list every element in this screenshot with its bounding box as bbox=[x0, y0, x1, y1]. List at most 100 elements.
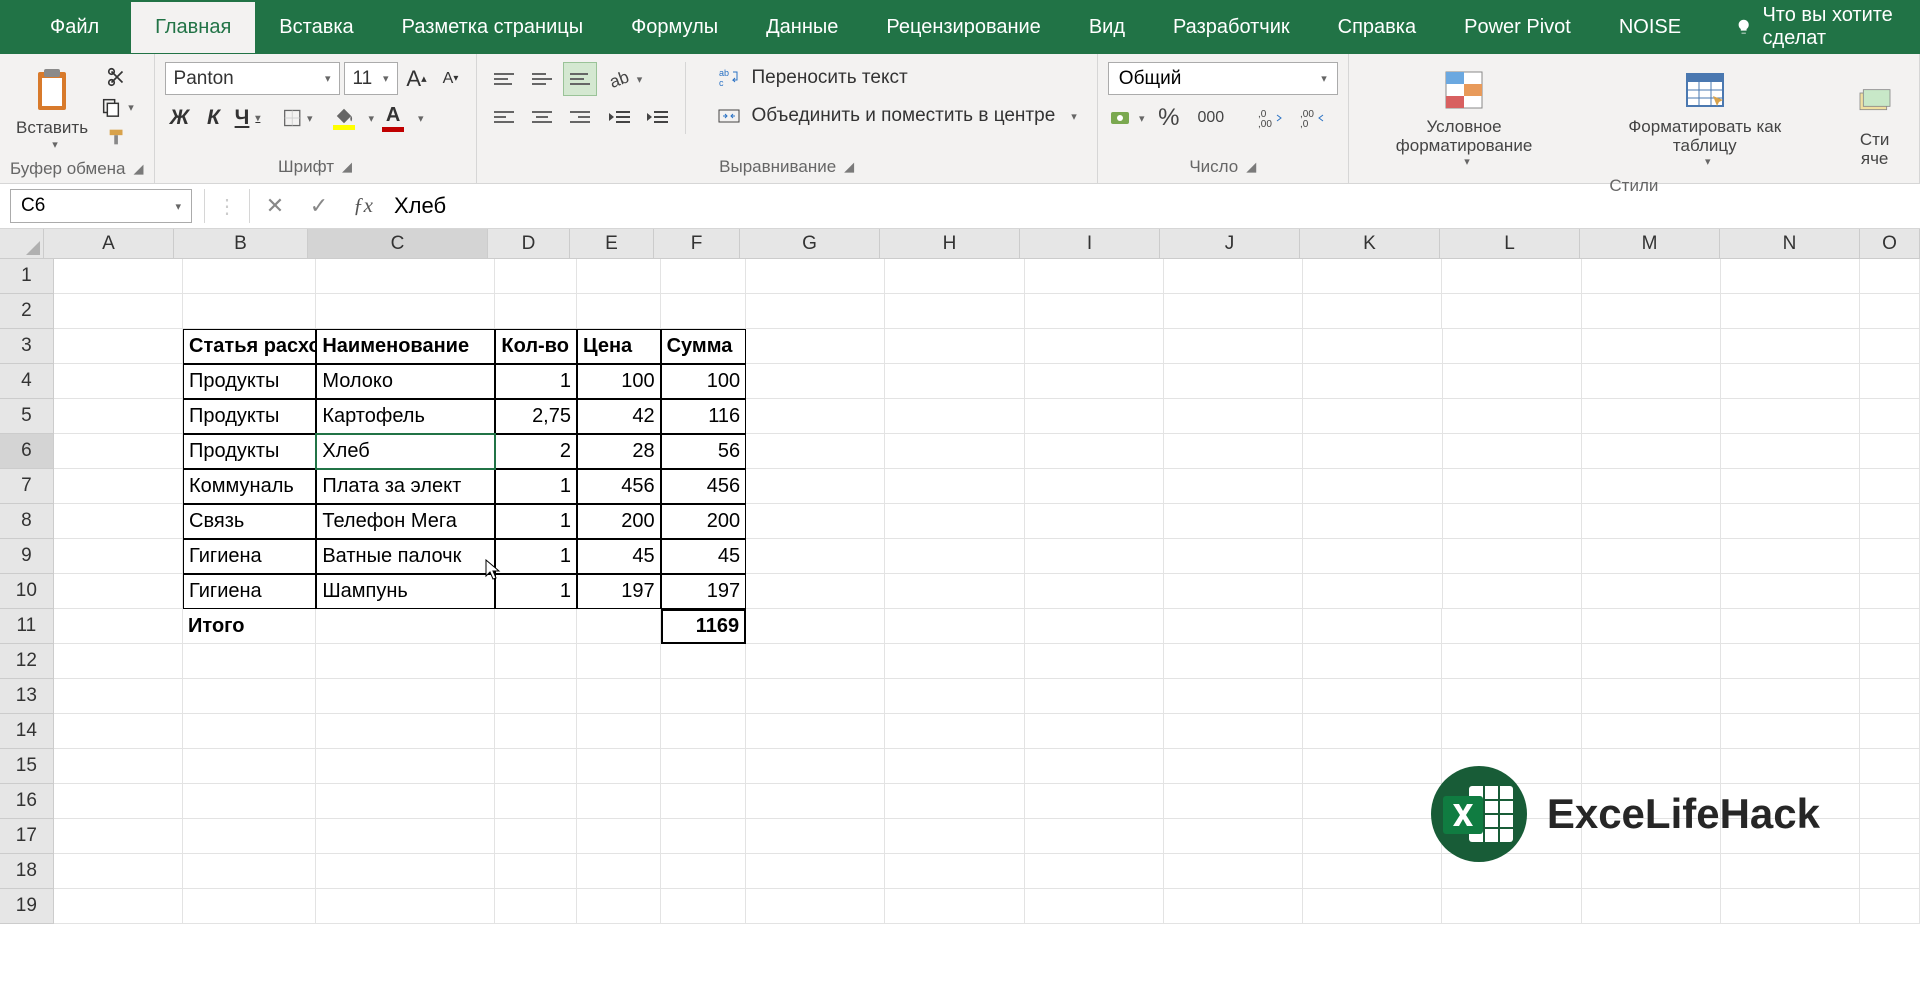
cell-G11[interactable] bbox=[746, 609, 885, 644]
enter-formula-button[interactable]: ✓ bbox=[306, 193, 332, 219]
cell-C14[interactable] bbox=[316, 714, 495, 749]
underline-button[interactable]: Ч▾ bbox=[233, 103, 263, 133]
cell-E10[interactable]: 197 bbox=[577, 574, 661, 609]
increase-decimal-button[interactable]: ,0,00 bbox=[1252, 103, 1290, 133]
cell-A9[interactable] bbox=[54, 539, 183, 574]
cell-N3[interactable] bbox=[1721, 329, 1860, 364]
tab-developer[interactable]: Разработчик bbox=[1149, 2, 1314, 53]
cell-H9[interactable] bbox=[885, 539, 1024, 574]
cell-C13[interactable] bbox=[316, 679, 495, 714]
cell-C10[interactable]: Шампунь bbox=[316, 574, 495, 609]
cell-C19[interactable] bbox=[316, 889, 495, 924]
cell-L2[interactable] bbox=[1442, 294, 1581, 329]
cell-K12[interactable] bbox=[1303, 644, 1442, 679]
cell-C2[interactable] bbox=[316, 294, 495, 329]
cell-H15[interactable] bbox=[885, 749, 1024, 784]
cell-F4[interactable]: 100 bbox=[661, 364, 747, 399]
cell-O15[interactable] bbox=[1860, 749, 1920, 784]
tab-review[interactable]: Рецензирование bbox=[862, 2, 1064, 53]
cell-G4[interactable] bbox=[746, 364, 885, 399]
paste-button[interactable]: Вставить ▾ bbox=[10, 62, 94, 155]
cell-N7[interactable] bbox=[1721, 469, 1860, 504]
cell-H5[interactable] bbox=[885, 399, 1024, 434]
cell-C18[interactable] bbox=[316, 854, 495, 889]
tab-help[interactable]: Справка bbox=[1314, 2, 1440, 53]
cell-N11[interactable] bbox=[1721, 609, 1860, 644]
cell-I2[interactable] bbox=[1025, 294, 1164, 329]
cell-J14[interactable] bbox=[1164, 714, 1303, 749]
row-header-13[interactable]: 13 bbox=[0, 679, 54, 714]
cell-D17[interactable] bbox=[495, 819, 577, 854]
cell-B6[interactable]: Продукты bbox=[183, 434, 316, 469]
cell-E3[interactable]: Цена bbox=[577, 329, 661, 364]
cell-H6[interactable] bbox=[885, 434, 1024, 469]
column-header-E[interactable]: E bbox=[570, 229, 654, 259]
cell-M10[interactable] bbox=[1582, 574, 1721, 609]
cell-I13[interactable] bbox=[1025, 679, 1164, 714]
cell-C12[interactable] bbox=[316, 644, 495, 679]
cell-I11[interactable] bbox=[1025, 609, 1164, 644]
cell-J2[interactable] bbox=[1164, 294, 1303, 329]
copy-button[interactable]: ▾ bbox=[100, 94, 134, 120]
cell-L8[interactable] bbox=[1443, 504, 1582, 539]
cell-C7[interactable]: Плата за элект bbox=[316, 469, 495, 504]
tell-me-search[interactable]: Что вы хотите сделат bbox=[1735, 4, 1920, 50]
cell-F9[interactable]: 45 bbox=[661, 539, 747, 574]
chevron-down-icon[interactable]: ▾ bbox=[418, 112, 424, 125]
cell-M3[interactable] bbox=[1582, 329, 1721, 364]
cell-O8[interactable] bbox=[1860, 504, 1920, 539]
cell-D1[interactable] bbox=[495, 259, 577, 294]
conditional-formatting-button[interactable]: Условное форматирование▾ bbox=[1359, 62, 1569, 172]
cell-F3[interactable]: Сумма bbox=[661, 329, 747, 364]
cell-K13[interactable] bbox=[1303, 679, 1442, 714]
cell-O18[interactable] bbox=[1860, 854, 1920, 889]
cell-F16[interactable] bbox=[661, 784, 747, 819]
cell-F10[interactable]: 197 bbox=[661, 574, 747, 609]
cell-B1[interactable] bbox=[183, 259, 316, 294]
cell-K6[interactable] bbox=[1303, 434, 1442, 469]
cell-J12[interactable] bbox=[1164, 644, 1303, 679]
cell-H8[interactable] bbox=[885, 504, 1024, 539]
cell-B18[interactable] bbox=[183, 854, 316, 889]
cell-C4[interactable]: Молоко bbox=[316, 364, 495, 399]
cell-styles-button[interactable]: Сти яче bbox=[1840, 62, 1909, 172]
cell-B14[interactable] bbox=[183, 714, 316, 749]
comma-style-button[interactable]: 000 bbox=[1192, 103, 1230, 133]
cell-F17[interactable] bbox=[661, 819, 747, 854]
cell-F19[interactable] bbox=[661, 889, 747, 924]
cell-M13[interactable] bbox=[1582, 679, 1721, 714]
cell-O5[interactable] bbox=[1860, 399, 1920, 434]
cell-A8[interactable] bbox=[54, 504, 183, 539]
cell-G12[interactable] bbox=[746, 644, 885, 679]
cell-B17[interactable] bbox=[183, 819, 316, 854]
cell-L12[interactable] bbox=[1442, 644, 1581, 679]
cell-L4[interactable] bbox=[1443, 364, 1582, 399]
cell-O13[interactable] bbox=[1860, 679, 1920, 714]
cell-D7[interactable]: 1 bbox=[495, 469, 577, 504]
cell-H1[interactable] bbox=[885, 259, 1024, 294]
cell-N12[interactable] bbox=[1721, 644, 1860, 679]
align-center-button[interactable] bbox=[525, 100, 559, 134]
cell-G8[interactable] bbox=[746, 504, 885, 539]
cell-L7[interactable] bbox=[1443, 469, 1582, 504]
cell-A12[interactable] bbox=[54, 644, 183, 679]
bold-button[interactable]: Ж bbox=[165, 103, 195, 133]
cell-M1[interactable] bbox=[1582, 259, 1721, 294]
cell-K5[interactable] bbox=[1303, 399, 1442, 434]
cell-I3[interactable] bbox=[1025, 329, 1164, 364]
cell-E1[interactable] bbox=[577, 259, 661, 294]
dialog-launcher-icon[interactable]: ◢ bbox=[1246, 159, 1256, 175]
row-header-14[interactable]: 14 bbox=[0, 714, 54, 749]
cell-H11[interactable] bbox=[885, 609, 1024, 644]
cell-J8[interactable] bbox=[1164, 504, 1303, 539]
cell-G9[interactable] bbox=[746, 539, 885, 574]
cell-I1[interactable] bbox=[1025, 259, 1164, 294]
cell-D10[interactable]: 1 bbox=[495, 574, 577, 609]
cell-H2[interactable] bbox=[885, 294, 1024, 329]
cell-I5[interactable] bbox=[1025, 399, 1164, 434]
cell-B4[interactable]: Продукты bbox=[183, 364, 316, 399]
cell-A3[interactable] bbox=[54, 329, 183, 364]
cell-J17[interactable] bbox=[1164, 819, 1303, 854]
cell-C5[interactable]: Картофель bbox=[316, 399, 495, 434]
cell-K10[interactable] bbox=[1303, 574, 1442, 609]
